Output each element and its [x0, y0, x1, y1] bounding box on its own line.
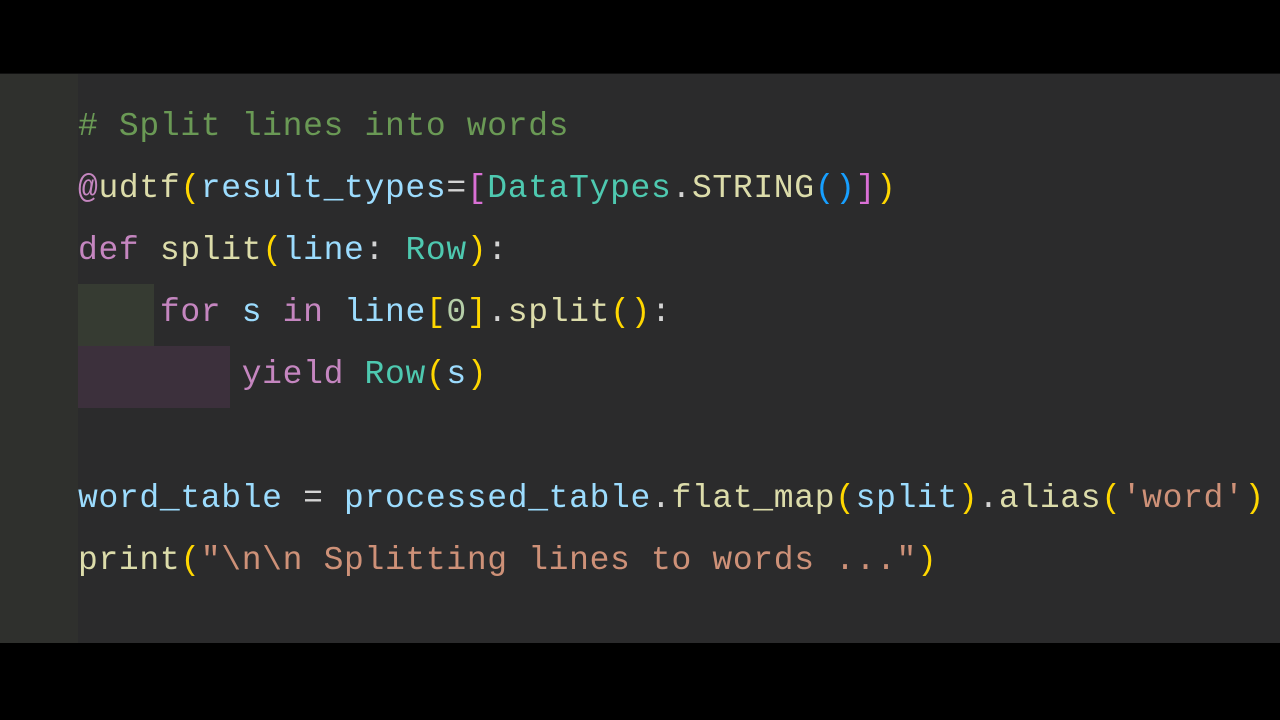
paren-token: ( [180, 170, 200, 207]
colon-token: : [487, 232, 507, 269]
bracket-token: ] [856, 170, 876, 207]
op-token: = [283, 480, 344, 517]
variable-token: s [242, 294, 262, 331]
paren-token: ) [631, 294, 651, 331]
bracket-token: [ [467, 170, 487, 207]
code-line-decorator: @udtf(result_types=[DataTypes.STRING()]) [78, 158, 1280, 220]
type-token: Row [365, 356, 426, 393]
builtin-token: print [78, 542, 180, 579]
op-token: = [446, 170, 466, 207]
dot-token: . [487, 294, 507, 331]
paren-token: ( [180, 542, 200, 579]
space-token [221, 294, 241, 331]
type-token: Row [405, 232, 466, 269]
indent-guide [78, 284, 154, 346]
blank-line [78, 406, 1280, 468]
paren-token: ( [610, 294, 630, 331]
paren-token: ( [1101, 480, 1121, 517]
at-token: @ [78, 170, 98, 207]
paren-token: ) [917, 542, 937, 579]
paren-token: ) [1244, 480, 1264, 517]
comment-token: # Split lines into words [78, 108, 569, 145]
method-token: alias [999, 480, 1101, 517]
type-token: DataTypes [487, 170, 671, 207]
paren-token: ) [467, 232, 487, 269]
indent-guide [78, 346, 154, 408]
bracket-token: ] [467, 294, 487, 331]
number-token: 0 [446, 294, 466, 331]
arg-token: split [856, 480, 958, 517]
keyword-token: def [78, 232, 139, 269]
variable-token: s [446, 356, 466, 393]
space-token [262, 294, 282, 331]
method-token: STRING [692, 170, 815, 207]
space-token [344, 356, 364, 393]
param-token: line [283, 232, 365, 269]
decorator-name: udtf [98, 170, 180, 207]
keyword-token: for [160, 294, 221, 331]
colon-token: : [651, 294, 671, 331]
variable-token: processed_table [344, 480, 651, 517]
code-line-assignment: word_table = processed_table.flat_map(sp… [78, 468, 1280, 530]
variable-token: line [344, 294, 426, 331]
code-content[interactable]: # Split lines into words @udtf(result_ty… [78, 74, 1280, 643]
code-line-for: for s in line[0].split(): [78, 282, 1280, 344]
param-token: result_types [201, 170, 447, 207]
bracket-token: [ [426, 294, 446, 331]
paren-token: ) [958, 480, 978, 517]
colon-token: : [365, 232, 385, 269]
paren-token: ) [876, 170, 896, 207]
method-token: flat_map [671, 480, 835, 517]
paren-token: ( [835, 480, 855, 517]
dot-token: . [651, 480, 671, 517]
indent-guide [154, 346, 230, 408]
dot-token: . [978, 480, 998, 517]
code-line-yield: yield Row(s) [78, 344, 1280, 406]
variable-token: word_table [78, 480, 283, 517]
letterbox-top [0, 0, 1280, 73]
dot-token: . [671, 170, 691, 207]
method-token: split [508, 294, 610, 331]
string-token: "\n\n Splitting lines to words ..." [201, 542, 917, 579]
letterbox-bottom [0, 643, 1280, 720]
keyword-token: yield [242, 356, 344, 393]
space-token [385, 232, 405, 269]
function-name: split [160, 232, 262, 269]
space-token [324, 294, 344, 331]
space-token [139, 232, 159, 269]
code-line-def: def split(line: Row): [78, 220, 1280, 282]
editor-gutter [0, 74, 78, 643]
keyword-token: in [283, 294, 324, 331]
paren-token: ) [835, 170, 855, 207]
code-editor[interactable]: # Split lines into words @udtf(result_ty… [0, 73, 1280, 643]
code-line-print: print("\n\n Splitting lines to words ...… [78, 530, 1280, 592]
paren-token: ( [262, 232, 282, 269]
string-token: 'word' [1122, 480, 1245, 517]
paren-token: ( [815, 170, 835, 207]
paren-token: ) [467, 356, 487, 393]
code-line-comment: # Split lines into words [78, 96, 1280, 158]
paren-token: ( [426, 356, 446, 393]
